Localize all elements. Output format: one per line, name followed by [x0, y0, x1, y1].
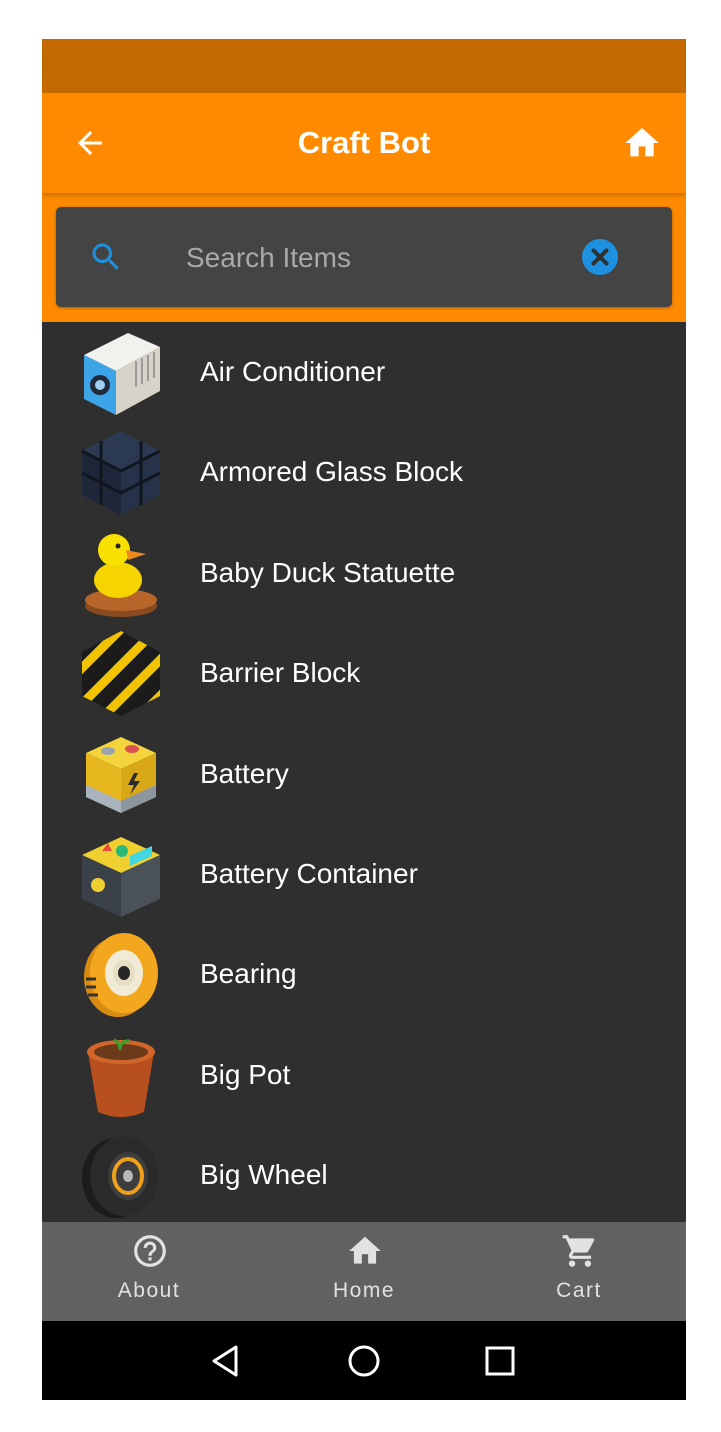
nav-home-label: Home: [332, 1279, 396, 1302]
page-title: Craft Bot: [297, 125, 431, 160]
nav-home[interactable]: Home: [257, 1222, 471, 1321]
bearing-icon: [78, 929, 164, 1019]
duck-statuette-icon: [78, 528, 164, 618]
list-item[interactable]: Big Wheel: [42, 1125, 686, 1222]
item-label: Battery Container: [200, 857, 418, 889]
item-label: Battery: [200, 757, 289, 789]
home-icon[interactable]: [622, 123, 662, 163]
list-item[interactable]: Bearing: [42, 924, 686, 1024]
status-bar: [42, 39, 686, 93]
item-label: Bearing: [200, 958, 297, 990]
app-bar: Craft Bot: [42, 93, 686, 193]
search-input[interactable]: [184, 233, 568, 283]
system-recents-icon[interactable]: [482, 1343, 518, 1379]
list-item[interactable]: Baby Duck Statuette: [42, 523, 686, 623]
barrier-block-icon: [78, 628, 164, 718]
item-label: Big Wheel: [200, 1159, 328, 1191]
system-navigation-bar: [42, 1321, 686, 1400]
item-label: Barrier Block: [200, 657, 361, 689]
item-label: Baby Duck Statuette: [200, 556, 456, 588]
item-label: Armored Glass Block: [200, 456, 463, 488]
system-home-icon[interactable]: [346, 1343, 382, 1379]
bottom-navigation: About Home Cart: [42, 1222, 686, 1321]
system-back-icon[interactable]: [208, 1343, 244, 1379]
search-box: [56, 207, 672, 307]
nav-cart[interactable]: Cart: [472, 1222, 686, 1321]
air-conditioner-icon: [78, 327, 164, 417]
battery-icon: [78, 729, 164, 819]
battery-container-icon: [78, 829, 164, 919]
nav-about-label: About: [117, 1279, 181, 1302]
search-bar-container: [42, 193, 686, 322]
item-label: Big Pot: [200, 1058, 291, 1090]
list-item[interactable]: Armored Glass Block: [42, 422, 686, 522]
item-label: Air Conditioner: [200, 356, 386, 387]
item-list: Air Conditioner Armored Glass Block Baby…: [42, 322, 686, 1222]
clear-search-icon[interactable]: [581, 238, 619, 276]
search-icon: [88, 239, 124, 275]
wheel-icon: [78, 1130, 164, 1220]
nav-cart-label: Cart: [556, 1279, 602, 1302]
armored-glass-block-icon: [78, 427, 164, 517]
pot-icon: [78, 1030, 164, 1120]
cart-icon: [561, 1232, 599, 1270]
help-circle-icon: [131, 1232, 169, 1270]
home-icon: [346, 1232, 384, 1270]
phone-screen: Craft Bot Search Items Air Conditioner A…: [42, 39, 686, 1400]
list-item[interactable]: Battery: [42, 724, 686, 824]
list-item[interactable]: Air Conditioner: [42, 322, 686, 422]
list-item[interactable]: Big Pot: [42, 1025, 686, 1125]
list-item[interactable]: Barrier Block: [42, 623, 686, 723]
list-item[interactable]: Battery Container: [42, 824, 686, 924]
nav-about[interactable]: About: [42, 1222, 256, 1321]
